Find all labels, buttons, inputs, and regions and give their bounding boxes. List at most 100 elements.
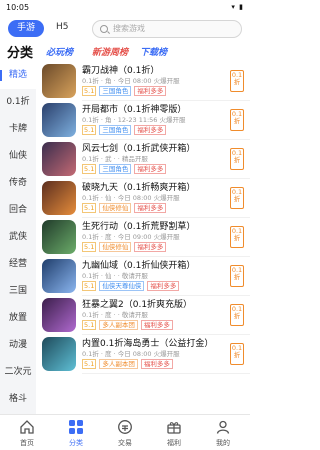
game-tags: 5.1 三国角色 福利多多 — [82, 125, 169, 135]
rank-downloads[interactable]: 下载榜 — [140, 45, 167, 58]
game-tag: 福利多多 — [134, 164, 167, 174]
game-icon — [42, 64, 76, 98]
game-tag: 多人副本团 — [99, 320, 138, 330]
category-header: 分类 必玩榜 新游周榜 下载榜 — [0, 42, 250, 61]
level-badge: 5.1 — [82, 320, 97, 330]
tab-mobile-games[interactable]: 手游 — [8, 20, 44, 37]
game-list-item[interactable]: 开局都市（0.1折神零版） 0.1折 · 角 · 12-23 11:56 火爆开服… — [38, 101, 250, 140]
game-tag: 仙侠修仙 — [99, 242, 132, 252]
game-tag: 三国角色 — [99, 86, 132, 96]
level-badge: 5.1 — [82, 203, 97, 213]
game-tag: 福利多多 — [140, 359, 173, 369]
category-sidebar: 精选 0.1折 卡牌 仙侠 传奇 回合 武侠 经营 三国 放置 动漫 二次元 格斗 — [0, 62, 36, 414]
game-meta: 0.1折 · 仙 · 今日 08:00 火爆开服 — [82, 194, 180, 202]
discount-badge: 0.1 折 — [230, 343, 244, 365]
tab-category[interactable]: 分类 — [56, 419, 96, 448]
game-list: 霸刀战神（0.1折） 0.1折 · 角 · 今日 08:00 火爆开服 5.1 三国角… — [38, 62, 250, 414]
game-tag: 三国角色 — [99, 164, 132, 174]
level-badge: 5.1 — [82, 242, 97, 252]
rank-new-weekly[interactable]: 新游周榜 — [92, 45, 128, 58]
game-tag: 福利多多 — [134, 125, 167, 135]
game-tag: 福利多多 — [147, 281, 180, 291]
sidebar-item[interactable]: 二次元 — [0, 359, 36, 386]
status-system-icons: ▾ ▮ — [231, 3, 244, 11]
sidebar-item[interactable]: 动漫 — [0, 332, 36, 359]
game-list-item[interactable]: 内置0.1折海岛勇士（公益打金） 0.1折 · 度 · 今日 08:00 火爆开服… — [38, 335, 250, 374]
game-list-item[interactable]: 九幽仙域（0.1折仙侠开箱） 0.1折 · 仙 · · 敬请开服 5.1 仙侠天尊仙侠… — [38, 257, 250, 296]
status-bar: 10:05 ▾ ▮ — [0, 0, 250, 16]
discount-badge: 0.1 折 — [230, 226, 244, 248]
game-meta: 0.1折 · 仙 · · 敬请开服 — [82, 272, 148, 280]
game-meta: 0.1折 · 度 · · 敬请开服 — [82, 311, 148, 319]
game-tag: 多人副本团 — [99, 359, 138, 369]
sidebar-item[interactable]: 仙侠 — [0, 143, 36, 170]
search-icon — [100, 25, 108, 33]
game-tags: 5.1 三国角色 福利多多 — [82, 86, 169, 96]
game-icon — [42, 142, 76, 176]
sidebar-item[interactable]: 精选 — [0, 62, 36, 89]
game-tag: 三国角色 — [99, 125, 132, 135]
game-meta: 0.1折 · 武 · · 精品开服 — [82, 155, 148, 163]
search-placeholder: 搜索游戏 — [113, 24, 145, 33]
category-icon — [68, 419, 84, 435]
game-list-item[interactable]: 生死行动（0.1折荒野割草） 0.1折 · 度 · 今日 09:00 火爆开服 5.… — [38, 218, 250, 257]
game-tag: 福利多多 — [134, 242, 167, 252]
sidebar-item[interactable]: 传奇 — [0, 170, 36, 197]
game-meta: 0.1折 · 度 · 今日 09:00 火爆开服 — [82, 233, 180, 241]
discount-unit: 折 — [233, 78, 241, 86]
level-badge: 5.1 — [82, 125, 97, 135]
tab-label: 首页 — [20, 439, 34, 447]
tab-h5[interactable]: H5 — [56, 22, 69, 32]
discount-badge: 0.1 折 — [230, 265, 244, 287]
tab-home[interactable]: 首页 — [7, 419, 47, 448]
discount-unit: 折 — [233, 234, 241, 242]
sidebar-item[interactable]: 放置 — [0, 305, 36, 332]
sidebar-item[interactable]: 武侠 — [0, 224, 36, 251]
game-meta: 0.1折 · 角 · 12-23 11:56 火爆开服 — [82, 116, 186, 124]
discount-badge: 0.1 折 — [230, 304, 244, 326]
tab-label: 我的 — [216, 439, 230, 447]
status-time: 10:05 — [6, 3, 30, 12]
game-icon — [42, 337, 76, 371]
discount-badge: 0.1 折 — [230, 109, 244, 131]
sidebar-item[interactable]: 卡牌 — [0, 116, 36, 143]
sidebar-item[interactable]: 格斗 — [0, 386, 36, 413]
game-icon — [42, 103, 76, 137]
level-badge: 5.1 — [82, 164, 97, 174]
home-icon — [19, 419, 35, 435]
discount-badge: 0.1 折 — [230, 70, 244, 92]
top-bar: 手游 H5 搜索游戏 — [0, 18, 250, 40]
discount-unit: 折 — [233, 195, 241, 203]
game-tag: 福利多多 — [134, 203, 167, 213]
tab-label: 福利 — [167, 439, 181, 447]
game-tag: 仙侠修仙 — [99, 203, 132, 213]
game-meta: 0.1折 · 角 · 今日 08:00 火爆开服 — [82, 77, 180, 85]
tab-gift[interactable]: 福利 — [154, 419, 194, 448]
game-tag: 仙侠天尊仙侠 — [99, 281, 145, 291]
game-list-item[interactable]: 风云七剑（0.1折武侠开箱） 0.1折 · 武 · · 精品开服 5.1 三国角色 福利… — [38, 140, 250, 179]
game-list-item[interactable]: 霸刀战神（0.1折） 0.1折 · 角 · 今日 08:00 火爆开服 5.1 三国角… — [38, 62, 250, 101]
game-tags: 5.1 三国角色 福利多多 — [82, 164, 169, 174]
game-tags: 5.1 仙侠天尊仙侠 福利多多 — [82, 281, 182, 291]
discount-badge: 0.1 折 — [230, 187, 244, 209]
game-tag: 福利多多 — [134, 86, 167, 96]
sidebar-item[interactable]: 0.1折 — [0, 89, 36, 116]
game-meta: 0.1折 · 度 · 今日 08:00 火爆开服 — [82, 350, 180, 358]
game-tags: 5.1 多人副本团 福利多多 — [82, 320, 176, 330]
game-list-item[interactable]: 破晓九天（0.1折畅爽开箱） 0.1折 · 仙 · 今日 08:00 火爆开服 5.… — [38, 179, 250, 218]
sidebar-item[interactable]: 经营 — [0, 251, 36, 278]
rank-must-play[interactable]: 必玩榜 — [46, 45, 73, 58]
sidebar-item[interactable]: 回合 — [0, 197, 36, 224]
game-icon — [42, 259, 76, 293]
gift-icon — [166, 419, 182, 435]
search-input[interactable]: 搜索游戏 — [92, 20, 242, 38]
game-list-item[interactable]: 狂暴之翼2（0.1折爽充版） 0.1折 · 度 · · 敬请开服 5.1 多人副本团福… — [38, 296, 250, 335]
profile-icon — [215, 419, 231, 435]
sidebar-item[interactable]: 三国 — [0, 278, 36, 305]
bottom-tab-bar: 首页 分类 交易 福利 我的 — [0, 414, 250, 450]
discount-unit: 折 — [233, 117, 241, 125]
tab-profile[interactable]: 我的 — [203, 419, 243, 448]
tab-trade[interactable]: 交易 — [105, 419, 145, 448]
game-tags: 5.1 多人副本团 福利多多 — [82, 359, 176, 369]
level-badge: 5.1 — [82, 86, 97, 96]
